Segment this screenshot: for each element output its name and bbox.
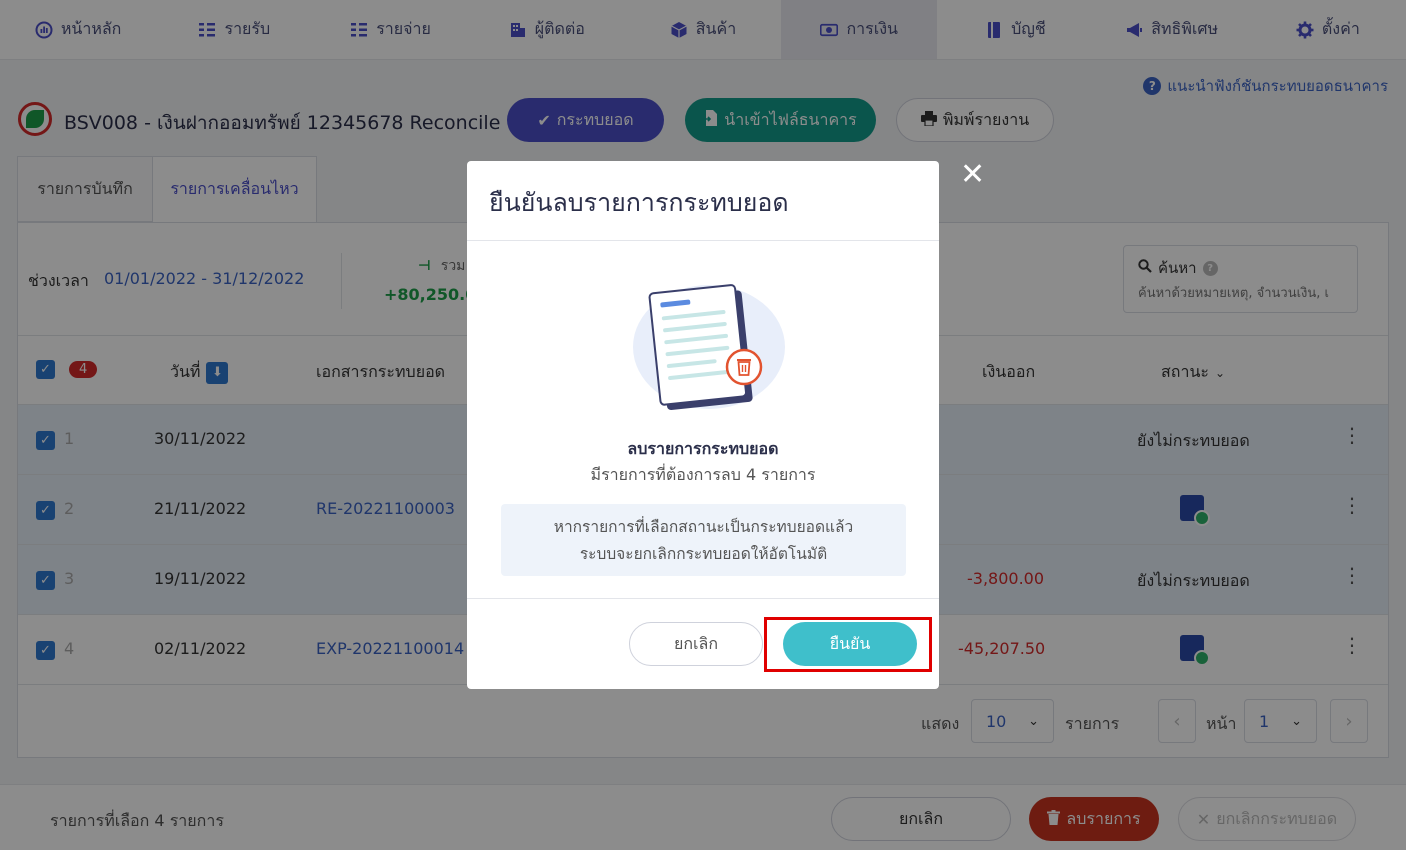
auto-unreconcile-notice: หากรายการที่เลือกสถานะเป็นกระทบยอดแล้ว ร… <box>501 504 906 576</box>
divider <box>467 598 939 599</box>
notice-line: ระบบจะยกเลิกกระทบยอดให้อัตโนมัติ <box>579 545 828 563</box>
modal-title: ยืนยันลบรายการกระทบยอด <box>489 188 789 217</box>
close-icon[interactable]: ✕ <box>960 160 985 190</box>
modal-subtitle: ลบรายการกระทบยอด <box>627 439 779 458</box>
delete-document-illustration <box>627 277 787 417</box>
modal-description: มีรายการที่ต้องการลบ 4 รายการ <box>590 465 816 484</box>
confirm-highlight-box <box>764 617 932 672</box>
confirm-delete-modal: ยืนยันลบรายการกระทบยอด ลบรายการกระทบยอด <box>467 161 939 689</box>
divider <box>467 240 939 241</box>
notice-line: หากรายการที่เลือกสถานะเป็นกระทบยอดแล้ว <box>553 518 854 536</box>
modal-cancel-button[interactable]: ยกเลิก <box>629 622 763 666</box>
